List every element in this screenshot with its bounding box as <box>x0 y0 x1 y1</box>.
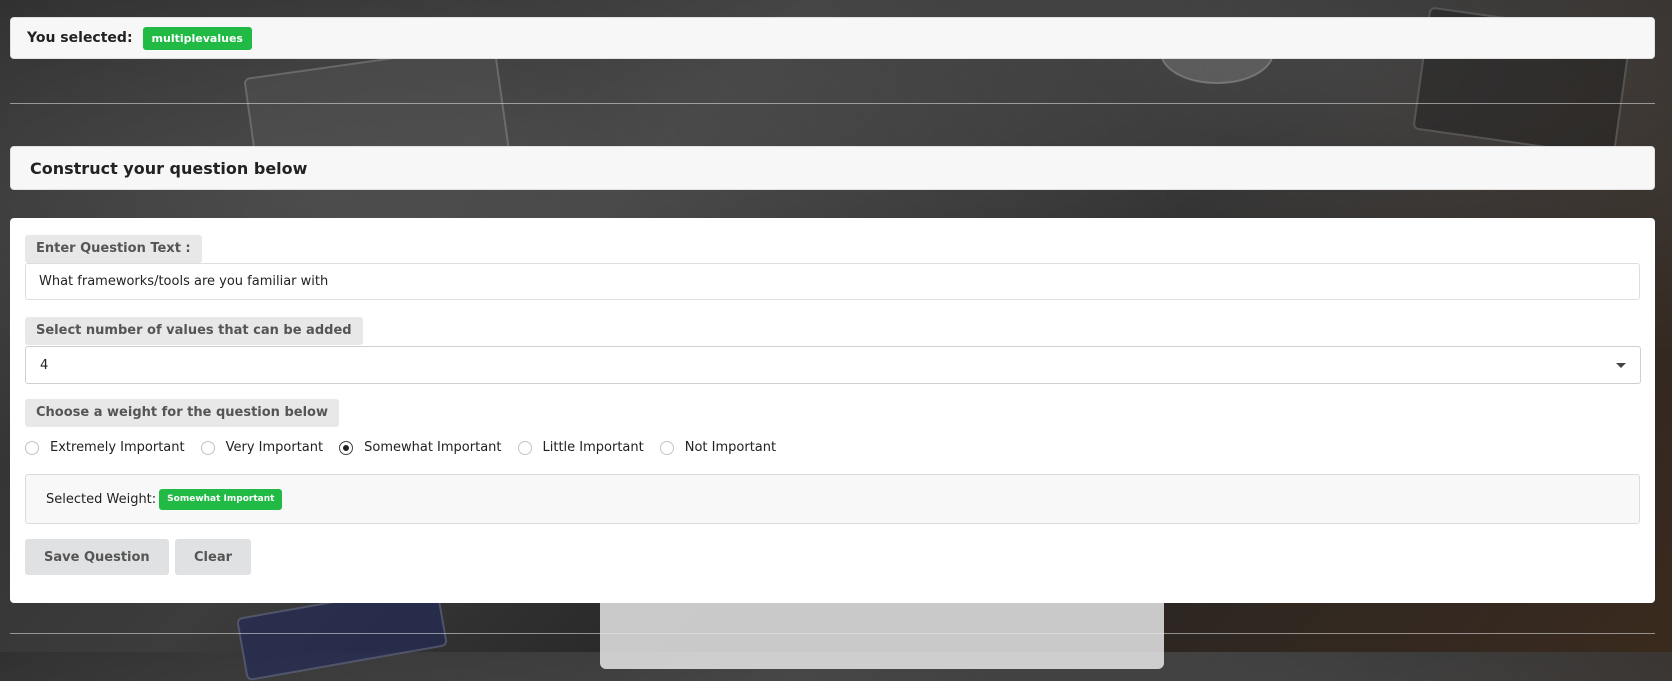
radio-button-icon[interactable] <box>659 440 674 455</box>
save-question-button[interactable]: Save Question <box>25 539 169 575</box>
selection-bar: You selected: multiplevalues <box>10 17 1655 59</box>
weight-option-little-important[interactable]: Little Important <box>517 440 644 455</box>
weight-option-not-important[interactable]: Not Important <box>659 440 777 455</box>
construct-header: Construct your question below <box>10 146 1655 190</box>
question-text-label: Enter Question Text : <box>25 235 202 263</box>
divider-bottom <box>10 633 1655 634</box>
weight-option-somewhat-important[interactable]: Somewhat Important <box>339 440 502 455</box>
selection-badge: multiplevalues <box>142 26 252 50</box>
weight-option-very-important[interactable]: Very Important <box>200 440 324 455</box>
selected-weight-box: Selected Weight: Somewhat Important <box>25 474 1640 524</box>
weight-label: Choose a weight for the question below <box>25 399 339 427</box>
selection-label: You selected: <box>27 30 133 46</box>
divider-top <box>10 103 1655 104</box>
radio-button-checked-icon[interactable] <box>339 440 354 455</box>
weight-option-extremely-important[interactable]: Extremely Important <box>25 440 185 455</box>
radio-button-icon[interactable] <box>200 440 215 455</box>
selected-weight-badge: Somewhat Important <box>159 488 283 510</box>
radio-button-icon[interactable] <box>517 440 532 455</box>
values-count-value: 4 <box>40 357 49 373</box>
question-form: Enter Question Text : Select number of v… <box>10 218 1655 603</box>
weight-option-label: Not Important <box>684 440 777 455</box>
construct-title: Construct your question below <box>30 158 308 178</box>
weight-option-label: Somewhat Important <box>364 440 502 455</box>
radio-button-icon[interactable] <box>25 440 39 455</box>
clear-button[interactable]: Clear <box>175 539 251 575</box>
question-text-input[interactable] <box>25 263 1640 300</box>
weight-option-label: Little Important <box>542 440 644 455</box>
values-count-label: Select number of values that can be adde… <box>25 317 363 345</box>
selected-weight-label: Selected Weight: <box>46 491 157 507</box>
weight-option-label: Extremely Important <box>50 440 185 455</box>
weight-option-label: Very Important <box>225 440 324 455</box>
weight-radio-group: Extremely Important Very Important Somew… <box>25 440 792 455</box>
values-count-select[interactable]: 4 <box>25 346 1641 384</box>
dropdown-caret-icon <box>1616 362 1626 368</box>
